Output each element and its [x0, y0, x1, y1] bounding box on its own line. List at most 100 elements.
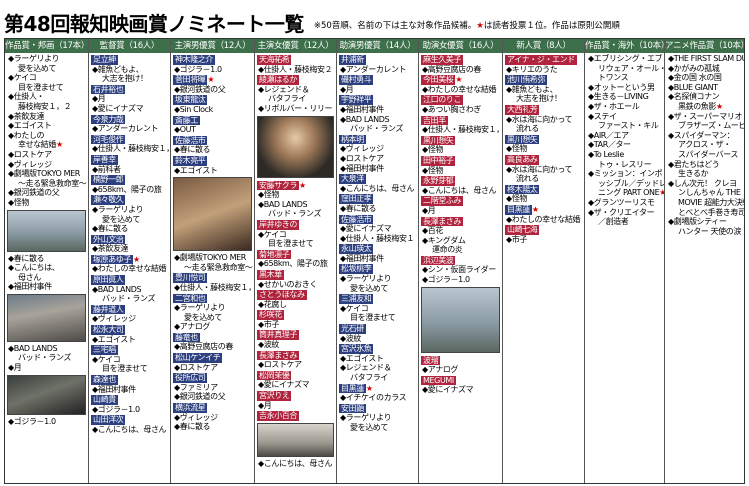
work-title: ◆銀河鉄道の父 [173, 85, 252, 95]
nominee-name: 麻生久美子 [421, 55, 463, 65]
work-title: ◆春に散る [91, 224, 168, 234]
work-title: ◆BAD LANDS バッド・ランズ [7, 344, 86, 363]
work-title: ◆仕掛人・藤枝梅安１ [339, 234, 416, 244]
work-title: ◆劇場版シティー ハンター 天使の涙 [667, 217, 744, 236]
work-title: ◆リボルバー・リリー [257, 104, 334, 114]
work-title-continuation: ～走る緊急救命室～ [184, 262, 253, 272]
work-title-continuation: 流れる [516, 124, 539, 134]
work-title-text: ◆シン・仮面ライダー [422, 265, 496, 275]
work-title: ◆ラーゲリより 愛を込めて [339, 274, 416, 293]
work-title-text: ◆ケイコ [8, 73, 37, 83]
work-title-continuation: 黒鉄の魚影★ [678, 101, 723, 111]
work-title-text: ◆福田村事件 [340, 253, 384, 263]
nominee-name: 大西礼芳 [505, 104, 540, 115]
work-title: ◆アナログ [173, 322, 252, 332]
work-title: ◆名探偵コナン 黒鉄の魚影★ [667, 92, 744, 111]
nominee-name: 天海祐希 [257, 55, 292, 65]
column-header: 助演男優賞（14人） [337, 39, 418, 53]
work-title-text: ◆福田村事件 [340, 104, 384, 114]
work-title-continuation: 生きるか [678, 169, 709, 179]
nominee-row: 岸善幸 [91, 154, 168, 165]
work-title-continuation: ／創造者 [598, 217, 629, 227]
work-title-text: ◆こんにちは、母さん [258, 458, 333, 468]
work-title-text: ◆こんにちは、母さん [340, 183, 415, 193]
movie-still-photo [257, 115, 334, 178]
work-title-text: ◆キングダム [422, 235, 466, 245]
nominee-name: 鈴木亮平 [173, 155, 208, 166]
work-title-text: ◆こんにちは、 [8, 263, 60, 273]
work-title: ◆愛にイナズマ [91, 104, 168, 114]
work-title: ◆ザ・クリエイター ／創造者 [587, 208, 662, 227]
work-title: ◆水は海に向かって 流れる [505, 115, 582, 134]
nominee-name: 神木隆之介 [173, 55, 215, 65]
nominee-row: 瀬々敬久 [91, 194, 168, 205]
work-title: ◆ゴジラ－1.0 [91, 405, 168, 415]
work-title-text: ◆前科者 [92, 164, 121, 174]
work-title-text: ◆銀河鉄道の父 [174, 392, 226, 402]
nominee-row: 豊川悦司 [173, 272, 252, 283]
nominee-name: 柊木陽太 [505, 184, 540, 195]
work-title: ◆怪物 [421, 166, 500, 176]
work-title-continuation: スパイダーバース [678, 149, 738, 159]
work-title-continuation: 目を澄ませて [18, 82, 64, 92]
work-title: ◆ケイコ 目を澄ませて [257, 230, 334, 249]
work-title-text: ◆ヴィレッジ [174, 412, 218, 422]
nominee-name: 松坂桃李 [339, 264, 374, 275]
work-title-text: ◆春に散る [8, 253, 45, 263]
nominee-name: 磯村勇斗 [339, 75, 374, 85]
work-title-text: ◆怪物 [422, 165, 443, 175]
nominee-name: 窪田正孝 [339, 194, 374, 204]
nominee-row: 斎藤工 [173, 115, 252, 126]
work-title-continuation: トワンス [598, 73, 629, 83]
nominee-name: 森達也 [91, 375, 118, 385]
work-title: ◆劇場版TOKYO MER ～走る緊急救命室～ [7, 169, 87, 188]
star-icon: ★ [531, 204, 539, 214]
nominee-name: アイナ・ジ・エンド [505, 55, 577, 65]
work-title: ◆雑魚どもよ、 大志を抱け！ [505, 85, 582, 104]
work-title-continuation: 愛を込めて [102, 214, 140, 224]
nominee-row: 永野芽郁 [421, 175, 500, 186]
work-title: ◆月 [421, 206, 500, 216]
work-title: ◆ステイ ファースト・キル [587, 112, 662, 131]
work-title: ◆高野豆腐店の春 [173, 342, 252, 352]
nominee-name: 長澤まさみ [257, 350, 299, 361]
nominee-row: 松坂桃李 [339, 263, 416, 275]
column-body: ◆THE FIRST SLAM DUNK◆かがみの孤城◆金の国 水の国◆BLUE… [665, 53, 744, 237]
work-title-text: ◆劇場版TOKYO MER [174, 253, 246, 263]
nominee-row: 佐藤浩市 [339, 214, 416, 225]
work-title-continuation: 愛を込めて [18, 63, 56, 73]
work-title-continuation: トゥ・レスリー [598, 159, 652, 169]
work-title-text: ◆BLUE GIANT [668, 82, 718, 92]
nominee-row: 今泉力哉 [91, 114, 168, 125]
work-title-text: ◆TAR／ター [588, 140, 631, 150]
work-title: ◆福田村事件 [7, 282, 86, 292]
work-title-text: ◆劇場版TOKYO MER [8, 169, 80, 179]
work-title: ◆あつい胸さわぎ [421, 105, 500, 115]
nominee-row: 神木隆之介 [173, 54, 252, 65]
work-title-text: ◆BAD LANDS [340, 114, 390, 124]
nominee-name: 田中裕子 [421, 155, 456, 166]
nominee-name: 岸善幸 [91, 154, 118, 165]
work-title: ◆ヴィレッジ [91, 314, 168, 324]
work-title-text: ◆高野豆腐店の春 [174, 342, 233, 352]
work-title: ◆アンダーカレント [91, 124, 168, 134]
work-title: スパイダーバース [667, 150, 744, 160]
star-icon: ★ [299, 180, 306, 190]
work-title: ◆福田村事件 [339, 164, 416, 174]
work-title: ◆こんにちは、母さん [257, 459, 334, 469]
work-title: ◆茶飲友達 [91, 244, 168, 254]
work-title-text: ◆仕掛人・ [8, 92, 45, 102]
nominee-name: 宮沢氷魚 [339, 344, 374, 354]
nominee-row: 黒川想矢 [421, 135, 500, 146]
work-title: ◆ミッション：インポッシブル／デッドレコ [587, 169, 664, 188]
nominee-row: 石井裕也 [91, 84, 168, 95]
work-title-text: ◆怪物 [506, 194, 527, 204]
nominee-row: 光石研 [339, 323, 416, 334]
nominee-name: 吉永小百合 [257, 411, 299, 421]
nominee-name: 坂東龍汰 [173, 95, 208, 105]
nominee-row: 宮沢りえ [257, 390, 334, 401]
nominee-row: 河毛俊作 [91, 134, 168, 145]
work-title-text: ◆ヴィレッジ [8, 159, 52, 169]
work-title-text: ◆ラーゲリより [8, 54, 60, 63]
nominee-row: 江口のりこ [421, 94, 500, 105]
